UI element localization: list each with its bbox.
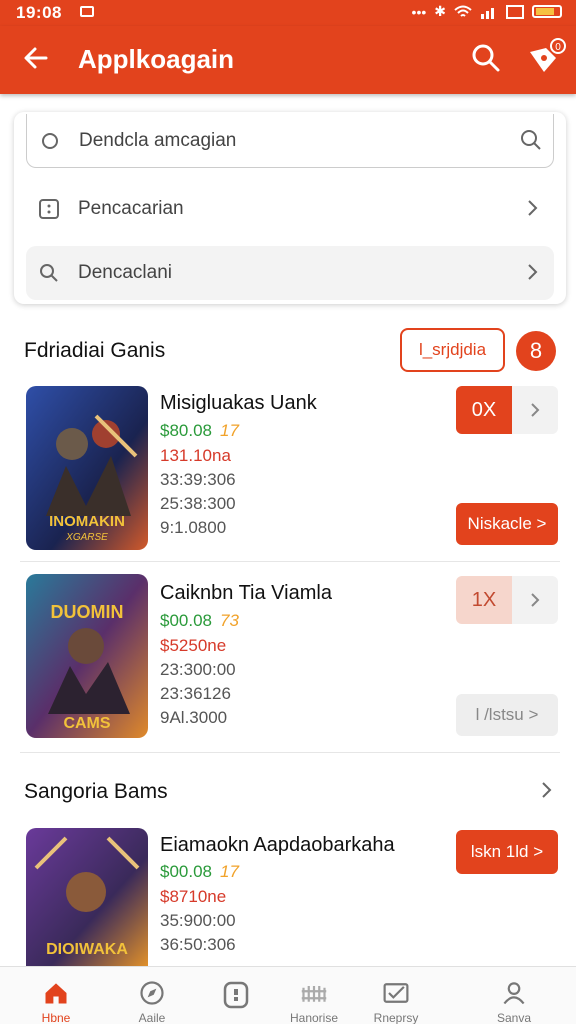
search-card: Dendcla amcagian Pencacarian Dencaclani <box>14 112 566 304</box>
search-field[interactable]: Dendcla amcagian <box>26 114 554 168</box>
game-thumbnail[interactable]: DUOMIN CAMS <box>26 574 148 738</box>
chevron-right-icon[interactable] <box>512 576 558 624</box>
game-name: Misigluakas Uank <box>160 392 317 414</box>
svg-text:0: 0 <box>555 42 561 53</box>
grid-icon <box>32 198 66 220</box>
compass-icon <box>140 981 164 1005</box>
status-time: 19:08 <box>16 3 62 22</box>
nav-label: Hanorise <box>289 1011 339 1024</box>
nav-item-messages[interactable]: Rneprsy <box>348 967 444 1024</box>
search-option-label: Pencacarian <box>78 198 184 219</box>
chevron-right-icon <box>520 260 544 290</box>
quantity-value: 1X <box>456 576 512 624</box>
game-meta: 35:900:00 <box>160 911 236 930</box>
nav-label: Hbne <box>41 1011 71 1024</box>
game-thumbnail[interactable]: DIOIWAKA <box>26 828 148 966</box>
thumb-subtitle: XGARSE <box>65 532 108 543</box>
battery-icon <box>532 5 562 18</box>
app-bar: Applkoagain 0 <box>0 26 576 94</box>
profile-icon <box>503 982 525 1005</box>
game-price: $00.08 17 <box>160 862 239 881</box>
status-bar: 19:08 ••• ✱ <box>0 0 576 26</box>
quantity-stepper[interactable]: 1X <box>456 576 558 624</box>
nav-label: Rneprsy <box>373 1011 419 1024</box>
chevron-right-icon[interactable] <box>534 778 558 802</box>
rating-badge: 73 <box>220 611 239 630</box>
game-meta: 9Al.3000 <box>160 708 228 727</box>
radio-icon <box>33 132 67 150</box>
bluetooth-icon: ✱ <box>434 3 446 19</box>
rating-badge: 17 <box>220 862 239 881</box>
game-meta: 25:38:300 <box>160 494 236 513</box>
thumb-title: DUOMIN <box>51 602 124 622</box>
rating-badge: 17 <box>220 421 239 440</box>
thumb-title: INOMAKIN <box>49 513 125 530</box>
search-field-placeholder: Dendcla amcagian <box>79 129 237 151</box>
page-title: Applkoagain <box>78 44 235 74</box>
quantity-stepper[interactable]: 0X <box>456 386 558 434</box>
bottom-nav: Hbne Aaile Hanorise Rneprsy Sanva <box>0 966 576 1024</box>
home-icon <box>45 983 67 1004</box>
nav-item-profile[interactable]: Sanva <box>466 967 562 1024</box>
game-meta: 33:39:306 <box>160 470 236 489</box>
section-title: Sangoria Bams <box>24 780 168 803</box>
game-name: Eiamaokn Aapdaobarkaha <box>160 834 395 856</box>
game-meta: 23:300:00 <box>160 660 236 679</box>
game-action-button[interactable]: lskn 1ld > <box>456 830 558 874</box>
thumb-title: DIOIWAKA <box>46 941 128 958</box>
game-price: $80.08 17 <box>160 421 239 440</box>
game-sale: 131.10na <box>160 446 231 465</box>
game-name: Caiknbn Tia Viamla <box>160 582 332 604</box>
search-option-row[interactable]: Pencacarian <box>26 182 554 236</box>
pad-icon <box>223 981 249 1009</box>
game-meta: 36:50:306 <box>160 935 236 954</box>
nav-item-home[interactable]: Hbne <box>8 967 104 1024</box>
image-icon <box>506 4 524 19</box>
search-icon[interactable] <box>470 42 502 74</box>
fence-icon <box>301 986 327 1002</box>
section-title: Fdriadiai Ganis <box>24 339 166 362</box>
back-arrow-icon[interactable] <box>20 42 52 74</box>
section-filter-button[interactable]: l_srjdjdia <box>400 328 505 372</box>
sim-icon <box>80 6 94 17</box>
nav-label: Sanva <box>496 1011 532 1024</box>
game-meta: 23:36126 <box>160 684 231 703</box>
game-action-button[interactable]: l /lstsu > <box>456 694 558 736</box>
dots-icon: ••• <box>411 3 427 20</box>
nav-item-explore[interactable]: Aaile <box>104 967 200 1024</box>
game-price: $00.08 73 <box>160 611 239 630</box>
game-sale: $8710ne <box>160 887 227 906</box>
game-meta: 9:1.0800 <box>160 518 227 537</box>
divider <box>20 561 560 562</box>
divider <box>20 752 560 753</box>
chevron-right-icon[interactable] <box>512 386 558 434</box>
game-sale: $5250ne <box>160 636 227 655</box>
game-action-button[interactable]: Niskacle > <box>456 503 558 545</box>
quantity-value: 0X <box>456 386 512 434</box>
search-recent-row[interactable]: Dencaclani <box>26 246 554 300</box>
signal-icon <box>481 7 494 19</box>
search-field-icon[interactable] <box>519 128 543 158</box>
thumb-subtitle: CAMS <box>63 715 110 732</box>
search-recent-label: Dencaclani <box>78 262 172 283</box>
nav-label: Aaile <box>138 1011 166 1024</box>
tag-badge-icon[interactable]: 0 <box>526 38 566 78</box>
search-small-icon <box>32 262 66 284</box>
wifi-icon <box>454 5 472 17</box>
message-icon <box>383 983 409 1003</box>
chevron-right-icon <box>520 196 544 226</box>
status-icons: ••• ✱ <box>412 3 562 20</box>
section-count-button[interactable]: 8 <box>516 331 556 371</box>
game-thumbnail[interactable]: INOMAKIN XGARSE <box>26 386 148 550</box>
